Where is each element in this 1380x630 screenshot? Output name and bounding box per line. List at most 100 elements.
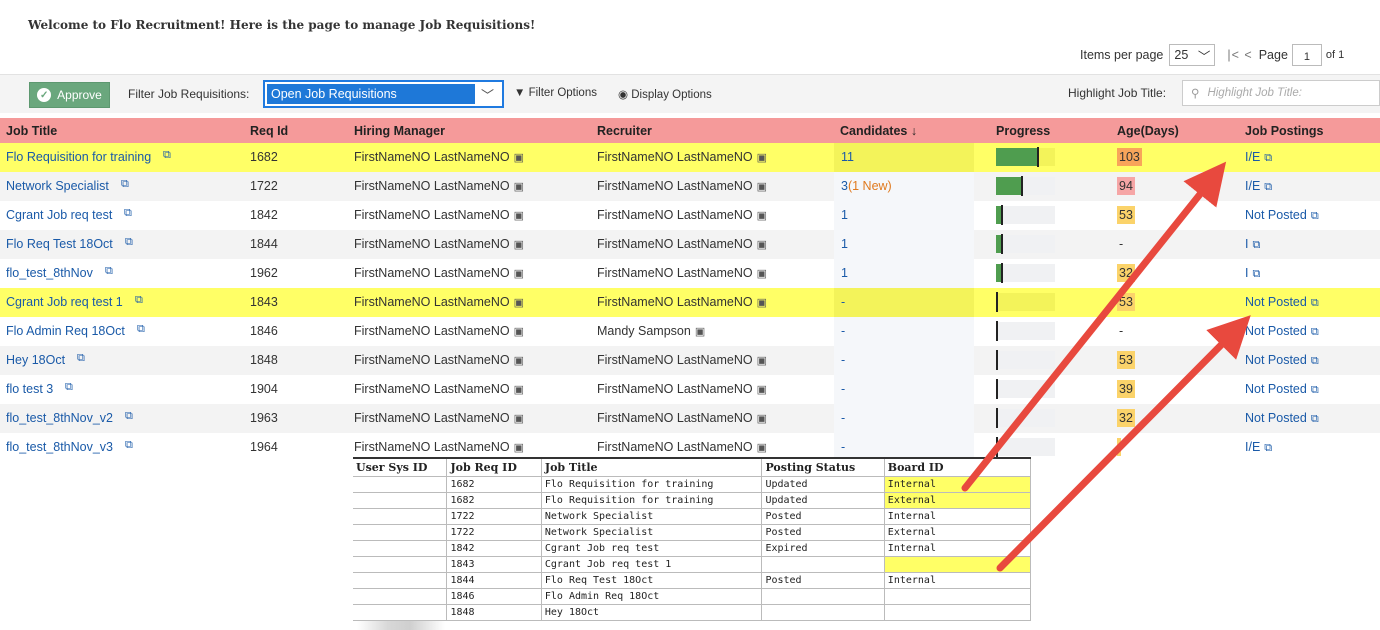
job-title-link[interactable]: flo_test_8thNov <box>6 266 93 280</box>
col-age[interactable]: Age(Days) <box>1117 124 1179 138</box>
contact-card-icon[interactable]: ▣ <box>514 297 524 309</box>
contact-card-icon[interactable]: ▣ <box>757 181 767 193</box>
contact-card-icon[interactable]: ▣ <box>514 268 524 280</box>
filter-select[interactable]: Open Job Requisitions ﹀ <box>263 80 504 108</box>
job-title-link[interactable]: Flo Req Test 18Oct <box>6 237 113 251</box>
copy-icon[interactable]: ⧉ <box>77 352 85 365</box>
contact-card-icon[interactable]: ▣ <box>757 355 767 367</box>
table-row[interactable]: Flo Admin Req 18Oct ⧉ 1846 FirstNameNO La… <box>0 317 1380 346</box>
table-row[interactable]: flo_test_8thNov_v2 ⧉ 1963 FirstNameNO Las… <box>0 404 1380 433</box>
external-link-icon[interactable]: ⧉ <box>1252 239 1260 251</box>
contact-card-icon[interactable]: ▣ <box>514 152 524 164</box>
job-title-link[interactable]: Hey 18Oct <box>6 353 65 367</box>
external-link-icon[interactable]: ⧉ <box>1264 442 1272 454</box>
contact-card-icon[interactable]: ▣ <box>695 326 705 338</box>
contact-card-icon[interactable]: ▣ <box>514 326 524 338</box>
contact-card-icon[interactable]: ▣ <box>757 239 767 251</box>
contact-card-icon[interactable]: ▣ <box>514 413 524 425</box>
table-row[interactable]: Hey 18Oct ⧉ 1848 FirstNameNO LastNameNO ▣ … <box>0 346 1380 375</box>
external-link-icon[interactable]: ⧉ <box>1252 268 1260 280</box>
contact-card-icon[interactable]: ▣ <box>514 181 524 193</box>
candidates-count[interactable]: - <box>841 353 845 367</box>
external-link-icon[interactable]: ⧉ <box>1311 326 1319 338</box>
page-number-input[interactable]: 1 <box>1291 44 1322 66</box>
job-postings-link[interactable]: Not Posted ⧉ <box>1245 208 1319 223</box>
job-postings-link[interactable]: I ⧉ <box>1245 266 1260 281</box>
copy-icon[interactable]: ⧉ <box>125 236 133 249</box>
copy-icon[interactable]: ⧉ <box>125 410 133 423</box>
contact-card-icon[interactable]: ▣ <box>514 442 524 454</box>
job-postings-link[interactable]: I/E ⧉ <box>1245 150 1272 165</box>
table-row[interactable]: Cgrant Job req test 1 ⧉ 1843 FirstNameNO … <box>0 288 1380 317</box>
job-title-link[interactable]: Cgrant Job req test <box>6 208 112 222</box>
job-postings-link[interactable]: Not Posted ⧉ <box>1245 324 1319 339</box>
table-row[interactable]: flo_test_8thNov ⧉ 1962 FirstNameNO LastNa… <box>0 259 1380 288</box>
contact-card-icon[interactable]: ▣ <box>757 268 767 280</box>
job-title-link[interactable]: Flo Admin Req 18Oct <box>6 324 125 338</box>
job-postings-link[interactable]: Not Posted ⧉ <box>1245 382 1319 397</box>
job-postings-link[interactable]: Not Posted ⧉ <box>1245 295 1319 310</box>
candidates-count[interactable]: 3(1 New) <box>841 179 892 193</box>
external-link-icon[interactable]: ⧉ <box>1311 355 1319 367</box>
job-title-link[interactable]: Network Specialist <box>6 179 109 193</box>
filter-options-button[interactable]: ▼ Filter Options <box>514 87 597 99</box>
contact-card-icon[interactable]: ▣ <box>514 239 524 251</box>
job-postings-link[interactable]: I/E ⧉ <box>1245 440 1272 455</box>
candidates-count[interactable]: - <box>841 324 845 338</box>
job-title-link[interactable]: flo_test_8thNov_v3 <box>6 440 113 454</box>
candidates-count[interactable]: 1 <box>841 237 848 251</box>
job-postings-link[interactable]: I/E ⧉ <box>1245 179 1272 194</box>
contact-card-icon[interactable]: ▣ <box>514 355 524 367</box>
copy-icon[interactable]: ⧉ <box>124 207 132 220</box>
job-title-link[interactable]: flo test 3 <box>6 382 53 396</box>
copy-icon[interactable]: ⧉ <box>125 439 133 452</box>
candidates-count[interactable]: - <box>841 411 845 425</box>
contact-card-icon[interactable]: ▣ <box>757 442 767 454</box>
col-progress[interactable]: Progress <box>996 124 1050 138</box>
external-link-icon[interactable]: ⧉ <box>1264 181 1272 193</box>
job-postings-link[interactable]: Not Posted ⧉ <box>1245 353 1319 368</box>
contact-card-icon[interactable]: ▣ <box>757 413 767 425</box>
highlight-job-title-input[interactable]: ⚲ Highlight Job Title: <box>1182 80 1380 106</box>
external-link-icon[interactable]: ⧉ <box>1311 384 1319 396</box>
contact-card-icon[interactable]: ▣ <box>757 297 767 309</box>
job-title-link[interactable]: Flo Requisition for training <box>6 150 151 164</box>
copy-icon[interactable]: ⧉ <box>105 265 113 278</box>
external-link-icon[interactable]: ⧉ <box>1264 152 1272 164</box>
candidates-count[interactable]: 11 <box>841 150 854 164</box>
table-row[interactable]: Cgrant Job req test ⧉ 1842 FirstNameNO La… <box>0 201 1380 230</box>
table-row[interactable]: flo test 3 ⧉ 1904 FirstNameNO LastNameNO ▣… <box>0 375 1380 404</box>
first-prev-page-icon[interactable]: |< < <box>1227 48 1252 62</box>
contact-card-icon[interactable]: ▣ <box>757 210 767 222</box>
candidates-count[interactable]: 1 <box>841 208 848 222</box>
col-recruiter[interactable]: Recruiter <box>597 124 652 138</box>
candidates-count[interactable]: - <box>841 295 845 309</box>
table-row[interactable]: Flo Req Test 18Oct ⧉ 1844 FirstNameNO Las… <box>0 230 1380 259</box>
job-postings-link[interactable]: I ⧉ <box>1245 237 1260 252</box>
candidates-count[interactable]: - <box>841 440 845 454</box>
external-link-icon[interactable]: ⧉ <box>1311 210 1319 222</box>
copy-icon[interactable]: ⧉ <box>163 149 171 162</box>
contact-card-icon[interactable]: ▣ <box>514 210 524 222</box>
contact-card-icon[interactable]: ▣ <box>757 384 767 396</box>
external-link-icon[interactable]: ⧉ <box>1311 413 1319 425</box>
job-title-link[interactable]: Cgrant Job req test 1 <box>6 295 123 309</box>
copy-icon[interactable]: ⧉ <box>135 294 143 307</box>
col-job-title[interactable]: Job Title <box>6 124 57 138</box>
copy-icon[interactable]: ⧉ <box>137 323 145 336</box>
col-req-id[interactable]: Req Id <box>250 124 288 138</box>
copy-icon[interactable]: ⧉ <box>65 381 73 394</box>
col-hiring-manager[interactable]: Hiring Manager <box>354 124 445 138</box>
candidates-count[interactable]: 1 <box>841 266 848 280</box>
contact-card-icon[interactable]: ▣ <box>514 384 524 396</box>
approve-button[interactable]: ✓ Approve <box>29 82 110 108</box>
display-options-button[interactable]: ◉ Display Options <box>618 87 712 101</box>
items-per-page-select[interactable]: 25 ﹀ <box>1169 44 1216 66</box>
table-row[interactable]: Flo Requisition for training ⧉ 1682 First… <box>0 143 1380 172</box>
external-link-icon[interactable]: ⧉ <box>1311 297 1319 309</box>
candidates-count[interactable]: - <box>841 382 845 396</box>
job-postings-link[interactable]: Not Posted ⧉ <box>1245 411 1319 426</box>
col-job-postings[interactable]: Job Postings <box>1245 124 1323 138</box>
col-candidates[interactable]: Candidates ↓ <box>840 124 917 138</box>
table-row[interactable]: Network Specialist ⧉ 1722 FirstNameNO Las… <box>0 172 1380 201</box>
